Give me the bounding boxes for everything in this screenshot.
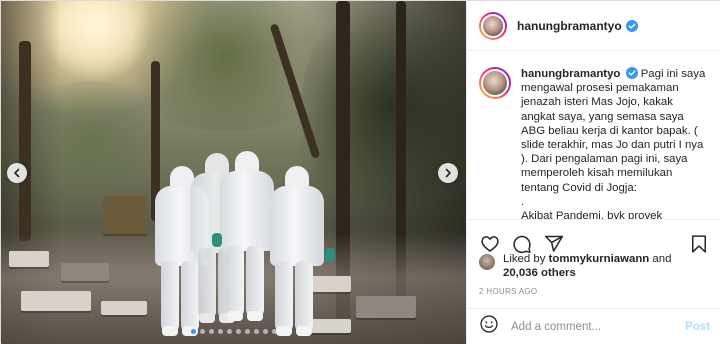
liker-username[interactable]: tommykurniawann bbox=[549, 253, 650, 265]
comment-bar: Post bbox=[467, 308, 720, 344]
carousel-dot bbox=[217, 329, 223, 334]
caption-text: Pagi ini saya mengawal prosesi pemakaman… bbox=[521, 68, 706, 219]
next-slide-button[interactable] bbox=[438, 163, 458, 183]
carousel-dot bbox=[235, 329, 241, 334]
carousel-dot bbox=[271, 329, 277, 334]
comment-input[interactable] bbox=[511, 320, 686, 333]
carousel-indicator bbox=[1, 329, 466, 334]
post-timestamp[interactable]: 2 HOURS AGO bbox=[479, 287, 537, 296]
instagram-post-dialog: hanungbramantyo hanungbramantyo Pagi ini… bbox=[0, 0, 720, 344]
chevron-right-icon bbox=[445, 168, 451, 178]
carousel-dot bbox=[208, 329, 214, 334]
post-comment-button[interactable]: Post bbox=[685, 321, 710, 333]
heart-outline-icon bbox=[481, 235, 499, 252]
likes-summary: Liked by tommykurniawann and 20,036 othe… bbox=[479, 252, 719, 280]
carousel-dot bbox=[199, 329, 205, 334]
verified-badge-icon bbox=[625, 67, 638, 79]
previous-slide-button[interactable] bbox=[7, 163, 27, 183]
post-side-panel: hanungbramantyo hanungbramantyo Pagi ini… bbox=[466, 1, 720, 344]
carousel-dot bbox=[244, 329, 250, 334]
caption: hanungbramantyo Pagi ini saya mengawal p… bbox=[521, 67, 710, 219]
hazmat-worker bbox=[263, 166, 335, 341]
carousel-dot bbox=[190, 329, 196, 334]
carousel-dot bbox=[226, 329, 232, 334]
caption-username[interactable]: hanungbramantyo bbox=[521, 68, 620, 80]
smiley-icon bbox=[480, 315, 498, 333]
bookmark-icon bbox=[692, 234, 706, 253]
caption-author-avatar[interactable] bbox=[479, 67, 511, 99]
post-header: hanungbramantyo bbox=[467, 1, 720, 51]
caption-section: hanungbramantyo Pagi ini saya mengawal p… bbox=[467, 51, 720, 219]
emoji-button[interactable] bbox=[479, 314, 499, 339]
chevron-left-icon bbox=[14, 168, 20, 178]
author-username[interactable]: hanungbramantyo bbox=[517, 19, 622, 33]
carousel-dot bbox=[253, 329, 259, 334]
verified-badge-icon bbox=[625, 19, 638, 32]
speech-bubble-icon bbox=[513, 235, 531, 253]
paper-plane-icon bbox=[544, 235, 564, 252]
likes-count-link[interactable]: 20,036 others bbox=[503, 267, 576, 279]
post-photo[interactable] bbox=[1, 1, 466, 344]
liker-avatar[interactable] bbox=[479, 254, 495, 270]
author-avatar[interactable] bbox=[479, 11, 507, 40]
carousel-dot bbox=[262, 329, 268, 334]
